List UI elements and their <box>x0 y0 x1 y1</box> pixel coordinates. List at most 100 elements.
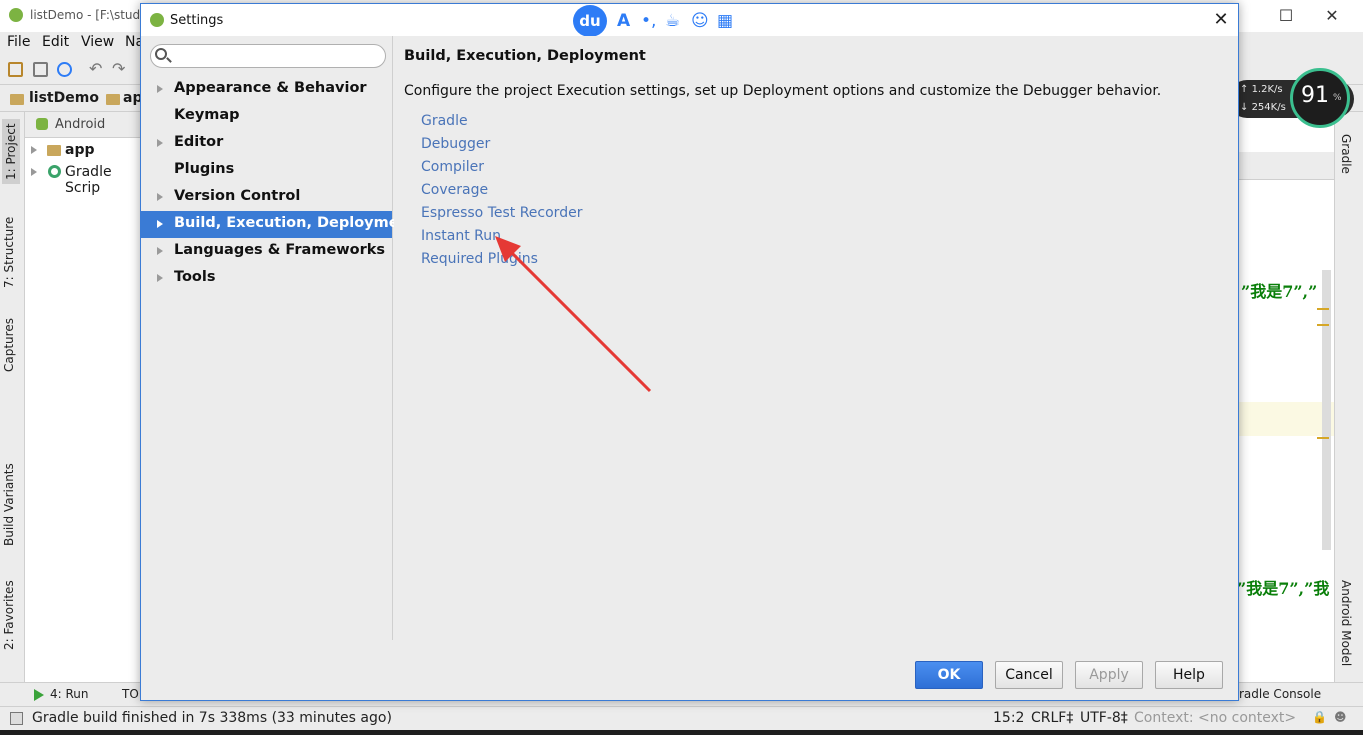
current-line-highlight <box>1238 402 1334 436</box>
gauge-percent: 91 <box>1301 83 1329 108</box>
tab-gradle-console[interactable]: radle Console <box>1239 687 1321 701</box>
nav-item-label: Plugins <box>174 161 235 177</box>
grid-icon[interactable]: ▦ <box>717 10 733 32</box>
error-stripe-mark[interactable] <box>1317 308 1329 310</box>
expand-arrow-icon[interactable] <box>157 247 163 255</box>
menu-file[interactable]: File <box>7 34 30 50</box>
nav-item-languages-frameworks[interactable]: Languages & Frameworks <box>141 238 392 265</box>
memory-gauge[interactable]: 91 % <box>1290 68 1350 128</box>
dialog-button-bar: OK Cancel Apply Help <box>141 640 1238 700</box>
apply-button[interactable]: Apply <box>1075 661 1143 689</box>
punctuation-icon[interactable]: •, <box>641 10 656 32</box>
ime-toolbar: du A •, ☕ ☺ ▦ <box>571 5 743 37</box>
cup-icon[interactable]: ☕ <box>665 10 680 32</box>
code-snippet: ”我是7”,” <box>1241 282 1318 301</box>
nav-item-build-execution-deployment[interactable]: Build, Execution, Deployment <box>141 211 416 238</box>
link-required-plugins[interactable]: Required Plugins <box>421 251 538 267</box>
expand-arrow-icon[interactable] <box>31 168 37 176</box>
save-icon[interactable] <box>33 62 48 77</box>
gauge-percent-unit: % <box>1333 93 1342 103</box>
tree-item-label: Gradle Scrip <box>65 164 112 196</box>
right-tool-strip: Gradle Android Model <box>1334 112 1356 682</box>
sync-icon[interactable] <box>57 62 72 77</box>
nav-item-label: Keymap <box>174 107 240 123</box>
tab-todo[interactable]: TO <box>122 687 139 701</box>
expand-arrow-icon[interactable] <box>157 193 163 201</box>
link-gradle[interactable]: Gradle <box>421 113 468 129</box>
upload-speed: ↑ 1.2K/s <box>1240 84 1283 95</box>
page-description: Configure the project Execution settings… <box>404 83 1162 99</box>
close-icon[interactable]: ✕ <box>1209 8 1233 32</box>
nav-item-tools[interactable]: Tools <box>141 265 392 292</box>
help-button[interactable]: Help <box>1155 661 1223 689</box>
tree-item-app[interactable]: app <box>25 139 140 161</box>
menu-edit[interactable]: Edit <box>42 34 69 50</box>
search-icon <box>155 48 167 60</box>
project-view-selector[interactable]: Android <box>55 117 105 132</box>
editor-scrollbar[interactable] <box>1322 270 1331 550</box>
redo-icon[interactable]: ↷ <box>112 61 127 77</box>
link-espresso-test-recorder[interactable]: Espresso Test Recorder <box>421 205 582 221</box>
tab-build-variants[interactable]: Build Variants <box>2 463 16 546</box>
tree-item-gradle-scripts[interactable]: Gradle Scrip <box>25 161 140 196</box>
tab-captures[interactable]: Captures <box>2 318 16 372</box>
expand-arrow-icon[interactable] <box>157 139 163 147</box>
tab-android-model[interactable]: Android Model <box>1339 580 1353 666</box>
open-folder-icon[interactable] <box>8 62 23 77</box>
expand-arrow-icon[interactable] <box>157 85 163 93</box>
nav-item-label: Version Control <box>174 188 301 204</box>
error-stripe-mark[interactable] <box>1317 437 1329 439</box>
ok-button[interactable]: OK <box>915 661 983 689</box>
tab-run[interactable]: 4: Run <box>50 687 89 701</box>
caret-position[interactable]: 15:2 <box>993 710 1024 726</box>
maximize-icon[interactable]: ☐ <box>1274 6 1298 25</box>
status-bar: Gradle build finished in 7s 338ms (33 mi… <box>0 706 1363 730</box>
nav-item-editor[interactable]: Editor <box>141 130 392 157</box>
nav-item-label: Editor <box>174 134 224 150</box>
folder-icon <box>47 145 61 156</box>
nav-item-appearance-behavior[interactable]: Appearance & Behavior <box>141 76 392 103</box>
expand-arrow-icon[interactable] <box>157 274 163 282</box>
tab-gradle[interactable]: Gradle <box>1339 134 1353 174</box>
nav-item-label: Build, Execution, Deployment <box>174 215 416 231</box>
settings-search-input[interactable] <box>173 47 378 65</box>
upload-speed-value: 1.2K/s <box>1251 84 1283 95</box>
link-instant-run[interactable]: Instant Run <box>421 228 501 244</box>
context-indicator: Context: <no context> <box>1134 710 1297 726</box>
tree-item-label: app <box>65 142 95 158</box>
nav-item-version-control[interactable]: Version Control <box>141 184 392 211</box>
link-debugger[interactable]: Debugger <box>421 136 490 152</box>
nav-item-keymap[interactable]: Keymap <box>141 103 392 130</box>
android-studio-logo-icon <box>150 13 164 27</box>
menu-view[interactable]: View <box>81 34 114 50</box>
line-separator[interactable]: CRLF‡ <box>1031 710 1073 726</box>
user-icon[interactable]: ☺ <box>691 10 709 32</box>
breadcrumb-project[interactable]: listDemo <box>29 90 99 106</box>
os-taskbar <box>0 730 1363 735</box>
close-window-icon[interactable]: ✕ <box>1320 6 1344 25</box>
nav-item-label: Tools <box>174 269 216 285</box>
cancel-button[interactable]: Cancel <box>995 661 1063 689</box>
tab-structure[interactable]: 7: Structure <box>2 217 16 288</box>
baidu-ime-logo-icon[interactable]: du <box>573 5 607 37</box>
status-toggle-icon[interactable] <box>10 712 23 725</box>
font-icon[interactable]: A <box>617 10 630 32</box>
ide-window-title: listDemo - [F:\studi <box>30 8 144 22</box>
error-stripe-mark[interactable] <box>1317 324 1329 326</box>
lock-icon[interactable]: 🔒 <box>1312 710 1327 724</box>
download-speed-value: 254K/s <box>1251 102 1286 113</box>
inspector-icon[interactable]: ☻ <box>1334 710 1347 724</box>
expand-arrow-icon[interactable] <box>157 220 163 228</box>
folder-icon <box>10 94 24 105</box>
link-compiler[interactable]: Compiler <box>421 159 484 175</box>
link-coverage[interactable]: Coverage <box>421 182 488 198</box>
nav-item-plugins[interactable]: Plugins <box>141 157 392 184</box>
settings-search[interactable] <box>150 44 386 68</box>
file-encoding[interactable]: UTF-8‡ <box>1080 710 1128 726</box>
android-studio-logo-icon <box>9 8 23 22</box>
run-icon <box>34 689 44 701</box>
expand-arrow-icon[interactable] <box>31 146 37 154</box>
undo-icon[interactable]: ↶ <box>89 61 104 77</box>
tab-project[interactable]: 1: Project <box>2 119 20 184</box>
tab-favorites[interactable]: 2: Favorites <box>2 580 16 650</box>
